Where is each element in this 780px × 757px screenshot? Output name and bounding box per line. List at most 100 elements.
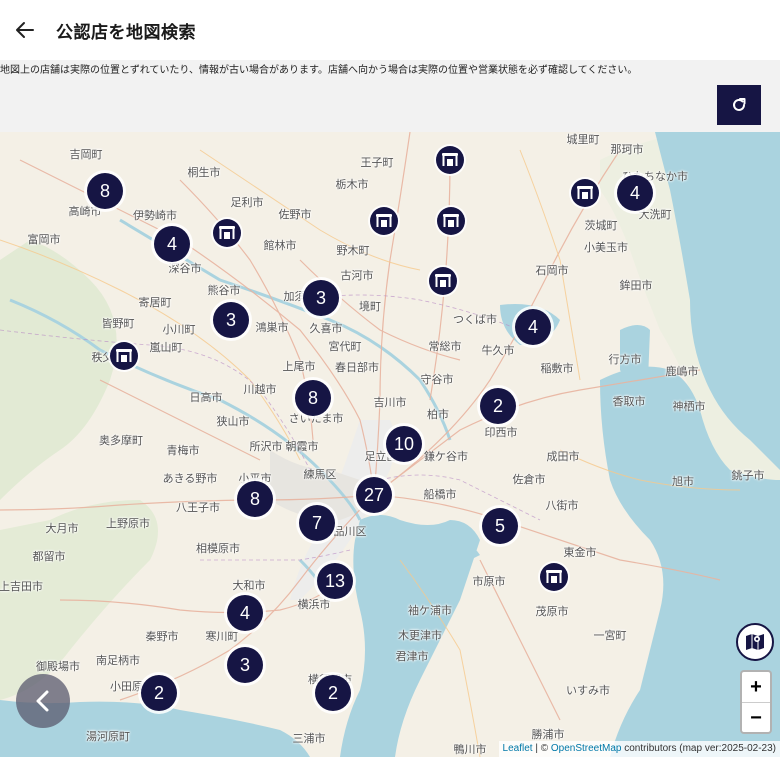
store-marker[interactable] (437, 207, 465, 235)
store-cluster-marker[interactable]: 8 (295, 380, 331, 416)
store-icon (442, 153, 458, 166)
store-cluster-marker[interactable]: 2 (315, 675, 351, 711)
city-label: 富岡市 (27, 233, 61, 246)
map-layers-button[interactable] (736, 623, 774, 661)
store-icon (577, 186, 593, 199)
city-label: 寒川町 (205, 630, 239, 643)
city-label: 袖ケ浦市 (408, 604, 452, 617)
store-cluster-marker[interactable]: 7 (299, 505, 335, 541)
city-label: 日高市 (189, 391, 223, 404)
city-label: 印西市 (484, 426, 518, 439)
city-label: 嵐山町 (149, 341, 183, 354)
city-label: 春日部市 (335, 361, 379, 374)
store-cluster-marker[interactable]: 27 (356, 477, 392, 513)
zoom-control: + − (740, 670, 772, 734)
store-cluster-marker[interactable]: 8 (237, 481, 273, 517)
city-label: 香取市 (612, 395, 646, 408)
city-label: 鹿嶋市 (665, 365, 699, 378)
city-label: 久喜市 (309, 322, 343, 335)
city-label: 青梅市 (166, 444, 200, 457)
city-label: いすみ市 (566, 684, 610, 697)
city-label: 鉾田市 (619, 279, 653, 292)
leaflet-link[interactable]: Leaflet (503, 743, 533, 754)
city-label: 鎌ケ谷市 (424, 450, 468, 463)
attribution-separator: | © (532, 743, 551, 754)
city-label: 柏市 (427, 408, 449, 421)
zoom-in-button[interactable]: + (742, 672, 770, 703)
store-cluster-marker[interactable]: 8 (87, 173, 123, 209)
city-label: 八街市 (545, 499, 579, 512)
store-cluster-marker[interactable]: 10 (386, 426, 422, 462)
store-cluster-marker[interactable]: 4 (617, 175, 653, 211)
notice-text: 地図上の店舗は実際の位置とずれていたり、情報が古い場合があります。店舗へ向かう場… (0, 65, 638, 76)
city-label: 一宮町 (593, 629, 627, 642)
city-label: 佐野市 (278, 208, 312, 221)
store-icon (376, 214, 392, 227)
store-marker[interactable] (429, 267, 457, 295)
city-label: 佐倉市 (512, 473, 546, 486)
arrow-left-icon (16, 22, 34, 38)
city-label: 鴨川市 (453, 743, 487, 756)
city-label: 大月市 (45, 522, 79, 535)
city-label: 東金市 (563, 546, 597, 559)
map-icon (746, 634, 764, 650)
city-label: 古河市 (340, 269, 374, 282)
store-cluster-marker[interactable]: 4 (227, 595, 263, 631)
chevron-left-icon (36, 690, 49, 712)
city-label: 品川区 (333, 525, 367, 538)
city-label: 銚子市 (731, 469, 765, 482)
city-label: 大和市 (232, 579, 266, 592)
city-label: 朝霞市 (285, 440, 319, 453)
city-label: 宮代町 (328, 340, 362, 353)
city-label: 那珂市 (610, 143, 644, 156)
refresh-button[interactable] (717, 85, 761, 125)
city-label: あきる野市 (162, 472, 218, 485)
map-canvas[interactable]: 吉岡町 桐生市 足利市 栃木市 佐野市 伊勢崎市 高崎市 富岡市 館林市 野木町 古河市 深谷市 熊谷市… (0, 132, 780, 757)
store-marker[interactable] (436, 146, 464, 174)
attribution-suffix: contributors (map ver:2025-02-23) (621, 743, 776, 754)
city-label: 小川町 (162, 323, 196, 336)
city-label: 野木町 (336, 244, 370, 257)
city-label: 桐生市 (187, 166, 221, 179)
store-cluster-marker[interactable]: 3 (213, 302, 249, 338)
store-icon (219, 226, 235, 239)
city-label: 小美玉市 (584, 241, 628, 254)
notice-bar: 地図上の店舗は実際の位置とずれていたり、情報が古い場合があります。店舗へ向かう場… (0, 60, 780, 133)
city-label: 秦野市 (145, 630, 179, 643)
store-icon (116, 349, 132, 362)
store-cluster-marker[interactable]: 2 (141, 675, 177, 711)
city-label: 深谷市 (168, 262, 202, 275)
store-cluster-marker[interactable]: 4 (515, 309, 551, 345)
city-label: 伊勢崎市 (133, 209, 177, 222)
zoom-out-button[interactable]: − (742, 703, 770, 732)
city-label: 所沢市 (249, 440, 283, 453)
city-label: 君津市 (395, 650, 429, 663)
city-label: 市原市 (472, 575, 506, 588)
city-label: 都留市 (32, 550, 66, 563)
store-marker[interactable] (571, 179, 599, 207)
store-marker[interactable] (370, 207, 398, 235)
refresh-icon (733, 98, 746, 111)
store-marker[interactable] (110, 342, 138, 370)
city-label: 吉岡町 (69, 148, 103, 161)
city-label: 三浦市 (292, 732, 326, 745)
previous-button[interactable] (16, 674, 70, 728)
city-label: 吉川市 (373, 396, 407, 409)
store-icon (443, 214, 459, 227)
store-cluster-marker[interactable]: 2 (480, 388, 516, 424)
city-label: 王子町 (360, 156, 394, 169)
store-cluster-marker[interactable]: 13 (317, 563, 353, 599)
back-button[interactable] (10, 15, 40, 45)
store-cluster-marker[interactable]: 3 (227, 647, 263, 683)
city-label: 境町 (359, 300, 381, 313)
store-cluster-marker[interactable]: 5 (482, 508, 518, 544)
city-label: 行方市 (608, 353, 642, 366)
osm-link[interactable]: OpenStreetMap (551, 743, 622, 754)
map-attribution: Leaflet | © OpenStreetMap contributors (… (498, 741, 780, 757)
city-label: 稲敷市 (540, 362, 574, 375)
store-marker[interactable] (213, 219, 241, 247)
store-cluster-marker[interactable]: 3 (303, 280, 339, 316)
store-marker[interactable] (540, 563, 568, 591)
store-cluster-marker[interactable]: 4 (154, 226, 190, 262)
city-label: 神栖市 (672, 400, 706, 413)
